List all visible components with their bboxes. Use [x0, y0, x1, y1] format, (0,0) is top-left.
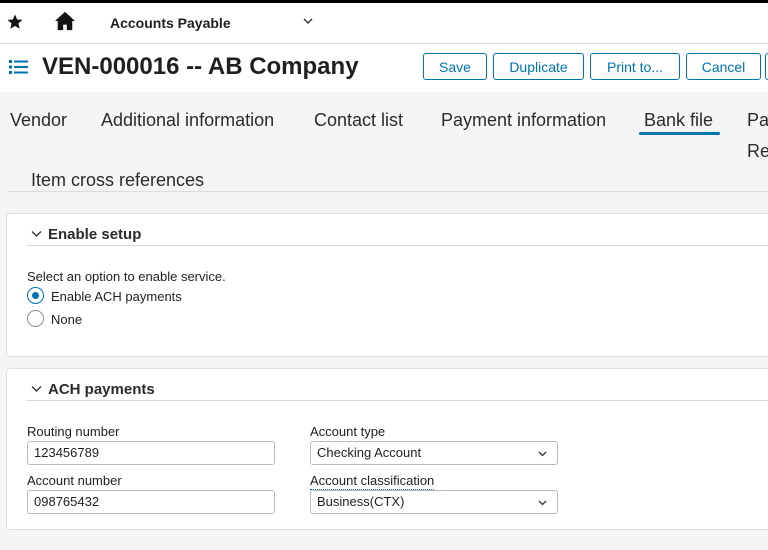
- section-divider: [27, 400, 768, 401]
- chevron-down-icon[interactable]: [31, 385, 42, 393]
- account-classification-select[interactable]: Business(CTX): [310, 490, 558, 514]
- chevron-down-icon[interactable]: [538, 451, 547, 457]
- ach-payments-section: ACH payments Routing number 123456789 Ac…: [6, 368, 768, 530]
- top-bar: Accounts Payable: [0, 0, 768, 44]
- tab-overflow-bottom[interactable]: Re: [747, 141, 768, 162]
- chevron-down-icon[interactable]: [31, 230, 42, 238]
- account-type-select[interactable]: Checking Account: [310, 441, 558, 465]
- section-title: Enable setup: [48, 226, 142, 243]
- print-button[interactable]: Print to...: [590, 53, 680, 80]
- account-classification-value: Business(CTX): [317, 494, 405, 509]
- radio-enable-ach-label[interactable]: Enable ACH payments: [51, 289, 182, 304]
- chevron-down-icon[interactable]: [538, 500, 547, 506]
- tab-bar: Vendor Additional information Contact li…: [0, 92, 768, 164]
- account-number-input[interactable]: 098765432: [27, 490, 275, 514]
- section-title: ACH payments: [48, 381, 155, 398]
- tab-payment-information[interactable]: Payment information: [441, 110, 606, 131]
- cancel-button[interactable]: Cancel: [686, 53, 761, 80]
- tab-item-cross-references[interactable]: Item cross references: [31, 170, 204, 191]
- account-number-label: Account number: [27, 473, 122, 488]
- enable-setup-section: Enable setup Select an option to enable …: [6, 213, 768, 357]
- duplicate-button[interactable]: Duplicate: [493, 53, 584, 80]
- list-menu-icon[interactable]: [9, 59, 28, 75]
- chevron-down-icon[interactable]: [303, 17, 313, 25]
- tab-overflow-top[interactable]: Pa: [747, 110, 768, 131]
- page-title: VEN-000016 -- AB Company: [42, 53, 359, 80]
- account-type-label: Account type: [310, 424, 386, 439]
- tab-bank-file[interactable]: Bank file: [644, 110, 713, 131]
- routing-number-label: Routing number: [27, 424, 120, 439]
- account-type-value: Checking Account: [317, 445, 422, 460]
- tab-contact-list[interactable]: Contact list: [314, 110, 403, 131]
- radio-enable-ach[interactable]: [27, 287, 44, 304]
- subtab-divider: [7, 191, 768, 192]
- active-tab-indicator: [639, 132, 720, 135]
- tab-vendor[interactable]: Vendor: [10, 110, 67, 131]
- radio-none-label[interactable]: None: [51, 312, 82, 327]
- app-title[interactable]: Accounts Payable: [110, 15, 231, 31]
- save-button[interactable]: Save: [423, 53, 487, 80]
- record-header: VEN-000016 -- AB Company Save Duplicate …: [0, 44, 768, 92]
- enable-service-prompt: Select an option to enable service.: [27, 269, 226, 284]
- enable-setup-header[interactable]: Enable setup: [31, 226, 141, 243]
- star-icon[interactable]: [6, 13, 24, 31]
- account-classification-label[interactable]: Account classification: [310, 473, 435, 490]
- routing-number-input[interactable]: 123456789: [27, 441, 275, 465]
- tab-additional-information[interactable]: Additional information: [101, 110, 274, 131]
- section-divider: [27, 245, 768, 246]
- ach-payments-header[interactable]: ACH payments: [31, 381, 155, 398]
- home-icon[interactable]: [54, 11, 76, 31]
- radio-none[interactable]: [27, 310, 44, 327]
